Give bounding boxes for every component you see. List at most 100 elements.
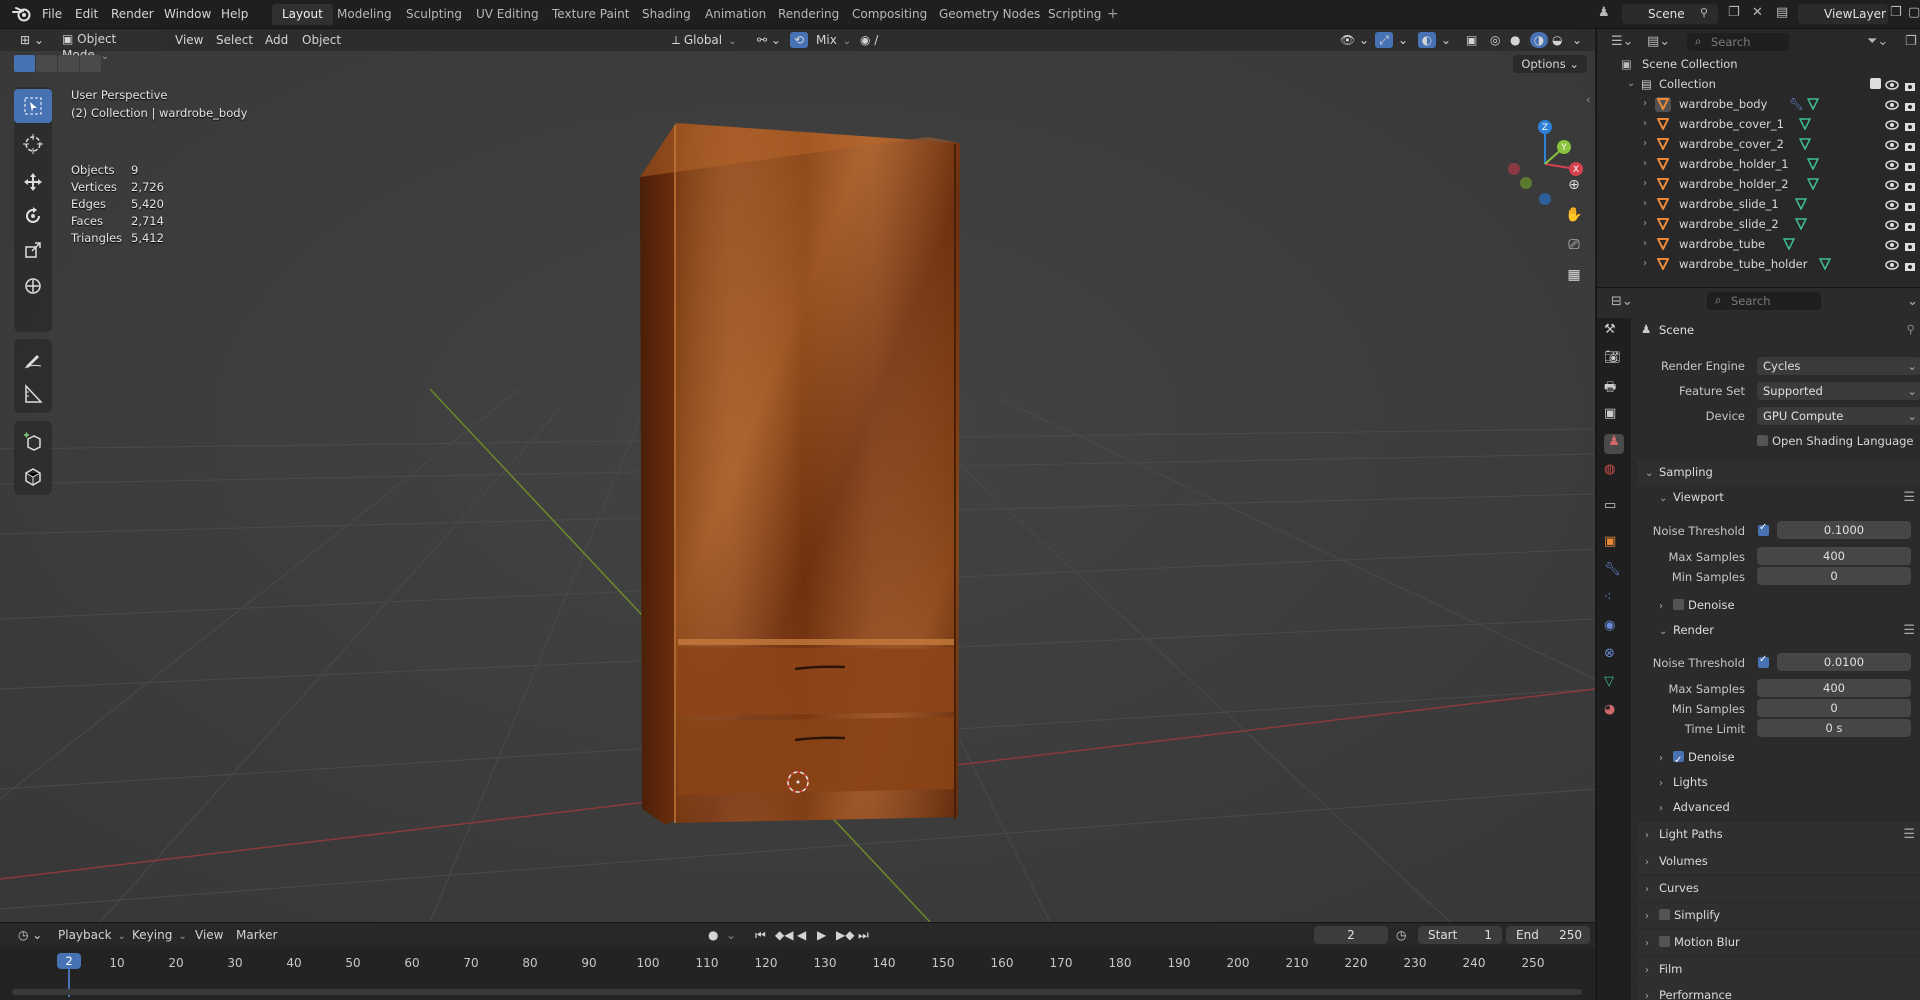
visibility-icon[interactable]: 👁 ⌄ xyxy=(1340,32,1369,48)
outliner-item-wardrobe-holder-2[interactable]: › wardrobe_holder_2 xyxy=(1597,174,1920,194)
motion-blur-panel[interactable]: › Motion Blur xyxy=(1637,930,1920,955)
pin-icon[interactable]: ⚲ xyxy=(1907,322,1915,336)
neg-z-axis-handle[interactable] xyxy=(1539,193,1551,205)
properties-editor-type-icon[interactable]: ⊟⌄ xyxy=(1611,294,1633,309)
particles-tab-icon[interactable]: ⁖ xyxy=(1604,590,1624,610)
prev-keyframe-icon[interactable]: ◆◀ xyxy=(775,928,793,942)
expand-arrow-icon[interactable]: › xyxy=(1643,94,1647,114)
pan-hand-icon[interactable]: ✋ xyxy=(1562,203,1586,227)
tool-settings-tab-icon[interactable]: ⚒ xyxy=(1604,322,1624,342)
end-frame-field[interactable]: End 250 xyxy=(1506,926,1590,944)
menu-window[interactable]: Window xyxy=(164,7,211,21)
mesh-data-icon[interactable] xyxy=(1795,218,1807,230)
modifiers-tab-icon[interactable]: 🔧︎ xyxy=(1604,562,1624,582)
simplify-panel[interactable]: › Simplify xyxy=(1637,903,1920,928)
viewport-max-samples-field[interactable]: 400 xyxy=(1757,547,1911,565)
material-shading-icon[interactable]: ◑ xyxy=(1530,32,1548,48)
viewport-min-samples-field[interactable]: 0 xyxy=(1757,567,1911,585)
tab-animation[interactable]: Animation xyxy=(695,4,776,25)
render-min-samples-field[interactable]: 0 xyxy=(1757,699,1911,717)
view-layer-selector[interactable]: ViewLayer xyxy=(1798,4,1888,24)
menu-help[interactable]: Help xyxy=(221,7,248,21)
play-icon[interactable]: ▶ xyxy=(817,928,826,942)
film-panel[interactable]: › Film xyxy=(1637,957,1920,982)
camera-icon[interactable] xyxy=(1904,258,1916,278)
add-workspace-button[interactable]: + xyxy=(1107,6,1119,22)
osl-checkbox[interactable]: Open Shading Language xyxy=(1757,434,1914,448)
outliner-item-wardrobe-tube-holder[interactable]: › wardrobe_tube_holder xyxy=(1597,254,1920,274)
proportional-edit-icon[interactable]: ◉ ∕ xyxy=(860,32,878,48)
neg-x-axis-handle[interactable] xyxy=(1508,163,1520,175)
cursor-tool[interactable] xyxy=(14,127,52,161)
viewport-noise-threshold-field[interactable]: 0.1000 xyxy=(1777,521,1911,539)
new-collection-icon[interactable]: ❐ xyxy=(1905,34,1917,49)
options-button[interactable]: Options ⌄ xyxy=(1513,55,1587,73)
select-subtract-icon[interactable] xyxy=(58,55,79,72)
keying-dropdown-icon[interactable]: ⌄ xyxy=(726,928,736,942)
mesh-data-icon[interactable] xyxy=(1795,198,1807,210)
3d-viewport[interactable]: ⊞ ⌄ ▣ Object Mode View Select Add Object… xyxy=(0,29,1595,922)
display-mode-icon[interactable]: ▤⌄ xyxy=(1647,34,1670,49)
menu-view[interactable]: View xyxy=(175,32,203,48)
perspective-toggle-icon[interactable]: ▦ xyxy=(1562,263,1586,287)
xray-icon[interactable]: ▣ xyxy=(1466,32,1477,48)
outliner-item-wardrobe-slide-2[interactable]: › wardrobe_slide_2 xyxy=(1597,214,1920,234)
performance-panel[interactable]: › Performance xyxy=(1637,983,1920,1000)
outliner-search[interactable]: ⌕ Search xyxy=(1687,33,1789,51)
camera-view-icon[interactable]: ⎚ xyxy=(1562,233,1586,257)
mesh-data-icon[interactable] xyxy=(1807,158,1819,170)
annotate-tool[interactable] xyxy=(14,343,52,377)
expand-arrow-icon[interactable]: › xyxy=(1643,214,1647,234)
measure-tool[interactable] xyxy=(14,377,52,411)
properties-search[interactable]: ⌕ Search xyxy=(1707,292,1821,310)
expand-arrow-icon[interactable]: › xyxy=(1643,154,1647,174)
menu-add[interactable]: Add xyxy=(265,32,288,48)
sidebar-toggle-icon[interactable]: ‹ xyxy=(1586,93,1590,106)
tab-compositing[interactable]: Compositing xyxy=(842,4,937,25)
add-cube-tool[interactable] xyxy=(14,425,52,459)
outliner-item-wardrobe-tube[interactable]: › wardrobe_tube xyxy=(1597,234,1920,254)
timeline-scrollbar[interactable] xyxy=(12,989,1582,995)
render-denoise-subpanel[interactable]: › Denoise xyxy=(1637,745,1920,773)
outliner-item-wardrobe-body[interactable]: › wardrobe_body 🔧︎ xyxy=(1597,94,1920,114)
simplify-checkbox[interactable] xyxy=(1659,909,1670,920)
collection-tab-icon[interactable]: ▭ xyxy=(1604,498,1624,518)
overlays-toggle-icon[interactable]: ◐ xyxy=(1418,32,1436,48)
eye-icon[interactable] xyxy=(1885,257,1899,277)
pin-icon[interactable]: ⚲ xyxy=(1700,6,1708,19)
wardrobe-model[interactable] xyxy=(640,123,960,825)
world-tab-icon[interactable]: ◍ xyxy=(1604,462,1624,482)
motion-blur-checkbox[interactable] xyxy=(1659,936,1670,947)
menu-playback[interactable]: Playback xyxy=(58,928,126,942)
advanced-subpanel[interactable]: › Advanced xyxy=(1637,795,1920,820)
transform-orientation[interactable]: ⟂ Global xyxy=(672,32,737,48)
volumes-panel[interactable]: › Volumes xyxy=(1637,849,1920,874)
neg-y-axis-handle[interactable] xyxy=(1520,177,1532,189)
outliner-item-wardrobe-holder-1[interactable]: › wardrobe_holder_1 xyxy=(1597,154,1920,174)
render-denoise-checkbox[interactable] xyxy=(1673,748,1684,773)
mesh-data-icon[interactable] xyxy=(1799,138,1811,150)
properties-dropdown-icon[interactable]: ⌄ xyxy=(1907,294,1918,309)
wireframe-shading-icon[interactable]: ◎ xyxy=(1490,32,1500,48)
render-engine-dropdown[interactable]: Cycles ⌄ xyxy=(1757,357,1920,375)
exclude-checkbox[interactable] xyxy=(1870,78,1881,89)
object-tab-icon[interactable]: ▣ xyxy=(1604,534,1624,554)
physics-tab-icon[interactable]: ◉ xyxy=(1604,618,1624,638)
tab-uv-editing[interactable]: UV Editing xyxy=(466,4,549,25)
feature-set-dropdown[interactable]: Supported ⌄ xyxy=(1757,382,1920,400)
constraints-tab-icon[interactable]: ⊗ xyxy=(1604,646,1624,666)
viewport-denoise-checkbox[interactable] xyxy=(1673,599,1684,610)
shading-dropdown-icon[interactable]: ⌄ xyxy=(1572,32,1582,48)
menu-marker[interactable]: Marker xyxy=(236,928,277,942)
presets-list-icon[interactable]: ☰ xyxy=(1903,822,1915,847)
view-layer-tab-icon[interactable]: ▣ xyxy=(1604,406,1624,426)
outliner-scene-collection[interactable]: ▣ Scene Collection xyxy=(1597,54,1920,74)
mode-selector[interactable]: ▣ Object Mode xyxy=(58,31,162,62)
select-new-icon[interactable] xyxy=(14,55,35,72)
menu-select[interactable]: Select xyxy=(216,32,253,48)
overlays-dropdown-icon[interactable]: ⌄ xyxy=(1441,32,1451,48)
lights-subpanel[interactable]: › Lights xyxy=(1637,770,1920,795)
render-max-samples-field[interactable]: 400 xyxy=(1757,679,1911,697)
zoom-icon[interactable]: ⊕ xyxy=(1562,173,1586,197)
next-keyframe-icon[interactable]: ▶◆ xyxy=(836,928,854,942)
